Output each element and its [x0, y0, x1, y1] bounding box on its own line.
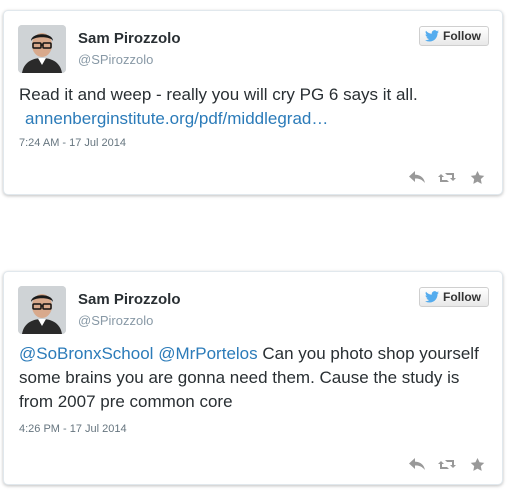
- twitter-bird-icon: [425, 30, 439, 42]
- embedded-tweet: Sam Pirozzolo @SPirozzolo Follow Read it…: [3, 10, 503, 195]
- follow-label: Follow: [443, 290, 481, 304]
- avatar[interactable]: [18, 286, 66, 334]
- retweet-icon[interactable]: [438, 169, 456, 185]
- tweet-timestamp[interactable]: 4:26 PM - 17 Jul 2014: [19, 423, 127, 435]
- mention-link[interactable]: @SoBronxSchool: [19, 344, 153, 363]
- mention-link[interactable]: @MrPortelos: [158, 344, 257, 363]
- tweet-body: Read it and weep - really you will cry P…: [19, 85, 418, 104]
- follow-button[interactable]: Follow: [419, 26, 489, 46]
- author-name[interactable]: Sam Pirozzolo: [78, 291, 181, 308]
- tweet-actions: [408, 169, 486, 185]
- follow-button[interactable]: Follow: [419, 287, 489, 307]
- favorite-icon[interactable]: [468, 169, 486, 185]
- tweet-actions: [408, 456, 486, 472]
- author-handle[interactable]: @SPirozzolo: [78, 52, 153, 67]
- author-handle[interactable]: @SPirozzolo: [78, 313, 153, 328]
- tweet-timestamp[interactable]: 7:24 AM - 17 Jul 2014: [19, 137, 126, 149]
- retweet-icon[interactable]: [438, 456, 456, 472]
- author-name[interactable]: Sam Pirozzolo: [78, 30, 181, 47]
- tweet-text: Read it and weep - really you will cry P…: [19, 83, 491, 131]
- reply-icon[interactable]: [408, 456, 426, 472]
- reply-icon[interactable]: [408, 169, 426, 185]
- embedded-tweet: Sam Pirozzolo @SPirozzolo Follow @SoBron…: [3, 271, 503, 485]
- follow-label: Follow: [443, 29, 481, 43]
- tweet-link[interactable]: annenberginstitute.org/pdf/middlegrad…: [19, 107, 491, 131]
- avatar[interactable]: [18, 25, 66, 73]
- twitter-bird-icon: [425, 291, 439, 303]
- tweet-text: @SoBronxSchool @MrPortelos Can you photo…: [19, 342, 491, 414]
- favorite-icon[interactable]: [468, 456, 486, 472]
